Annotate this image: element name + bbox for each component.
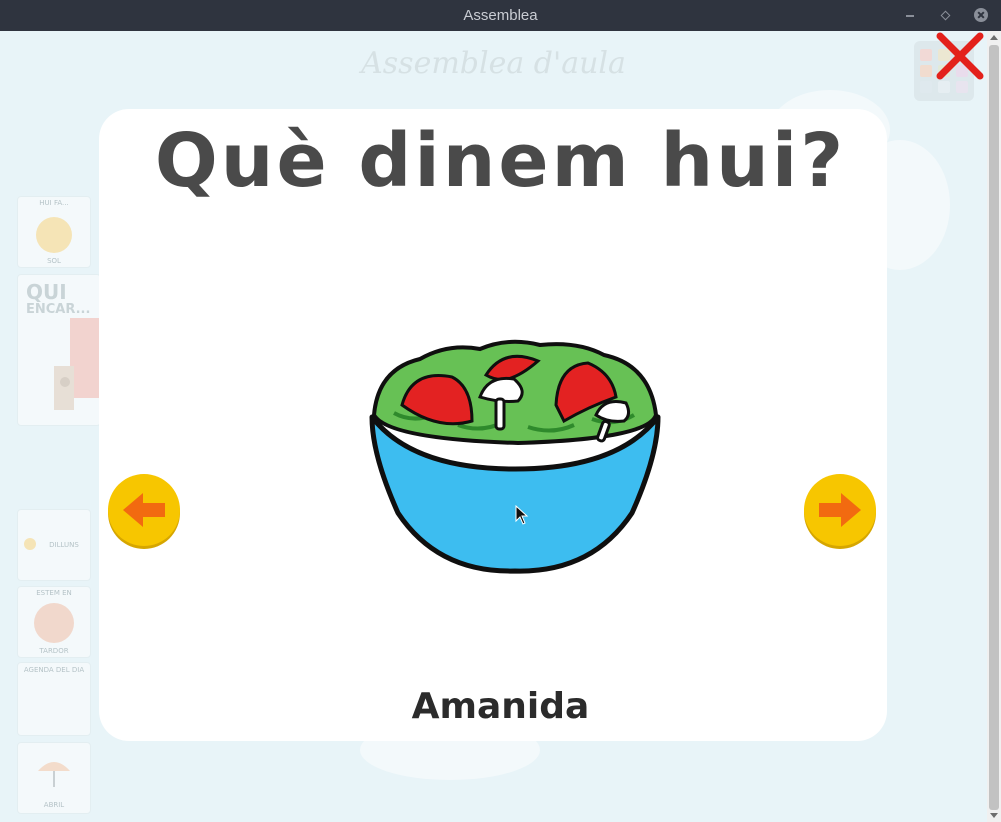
mouse-cursor-icon: [515, 505, 529, 525]
day-caption: DILLUNS: [49, 541, 79, 549]
minimize-icon: [906, 15, 914, 17]
next-button[interactable]: [803, 473, 877, 549]
window-close-button[interactable]: [974, 8, 988, 22]
window-title: Assemblea: [463, 7, 538, 24]
agenda-heading: AGENDA DEL DIA: [23, 666, 85, 674]
food-name-label: Amanida: [411, 686, 590, 727]
maximize-icon: [940, 10, 951, 21]
window-close-icon: [974, 8, 988, 22]
sun-icon: [36, 217, 72, 253]
season-heading: ESTEM EN: [36, 589, 72, 597]
season-tile[interactable]: ESTEM EN TARDOR: [17, 586, 91, 658]
scroll-down-icon[interactable]: [990, 813, 998, 818]
umbrella-icon: [38, 762, 70, 787]
scrollbar-thumb[interactable]: [989, 45, 999, 810]
school-building-icon: [54, 318, 100, 410]
autumn-icon: [34, 603, 74, 643]
scroll-up-icon[interactable]: [990, 35, 998, 40]
month-tile[interactable]: ABRIL: [17, 742, 91, 814]
season-caption: TARDOR: [39, 647, 69, 655]
window-titlebar: Assemblea: [0, 0, 1001, 31]
question-title: Què dinem hui?: [154, 118, 847, 204]
weather-tile[interactable]: HUI FA... SOL: [17, 196, 91, 268]
app-title: Assemblea d'aula: [361, 46, 626, 81]
weather-caption: SOL: [47, 257, 61, 265]
close-x-icon[interactable]: [934, 30, 986, 82]
vertical-scrollbar[interactable]: [987, 31, 1001, 822]
month-caption: ABRIL: [43, 801, 65, 809]
minimize-button[interactable]: [903, 8, 917, 22]
day-icon: [24, 538, 36, 550]
maximize-button[interactable]: [938, 8, 952, 22]
salad-bowl-icon: [369, 339, 661, 574]
day-tile[interactable]: DILLUNS: [17, 509, 91, 581]
previous-button[interactable]: [107, 473, 181, 549]
